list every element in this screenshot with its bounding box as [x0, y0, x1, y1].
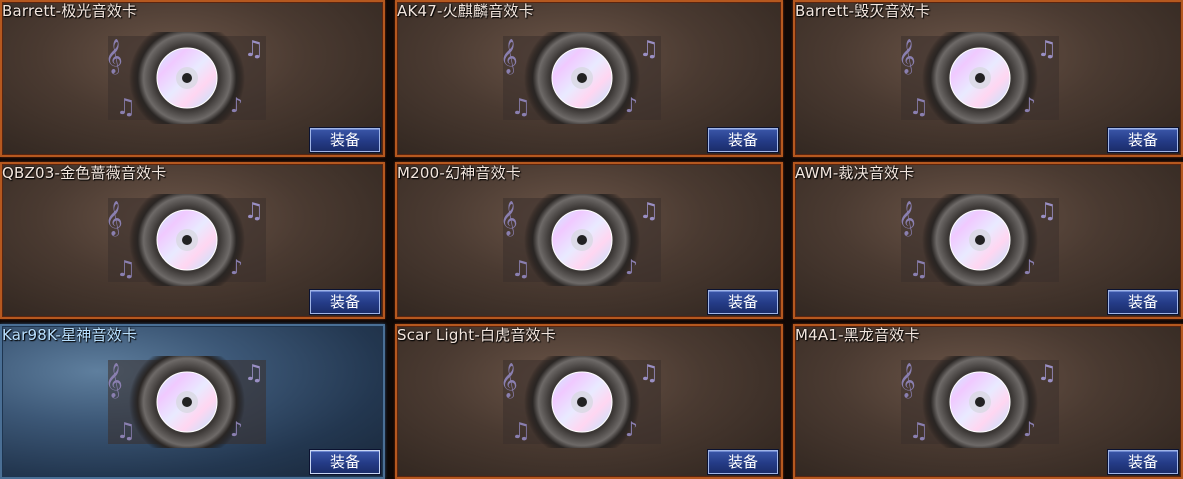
equip-button[interactable]: 装备	[708, 450, 778, 474]
music-disc-icon	[104, 356, 267, 448]
card-title: M200-幻神音效卡	[397, 164, 521, 182]
music-disc-icon	[897, 356, 1060, 448]
sound-card-ak47-qilin[interactable]: AK47-火麒麟音效卡 装备	[395, 0, 783, 157]
equip-button[interactable]: 装备	[1108, 128, 1178, 152]
music-disc-icon	[897, 194, 1060, 286]
music-disc-icon	[104, 194, 267, 286]
music-disc-icon	[104, 32, 267, 124]
equip-button[interactable]: 装备	[708, 128, 778, 152]
sound-card-scarlight-tiger[interactable]: Scar Light-白虎音效卡 装备	[395, 324, 783, 479]
sound-card-kar98k-star[interactable]: Kar98K-星神音效卡 装备	[0, 324, 385, 479]
card-title: AWM-裁决音效卡	[795, 164, 915, 182]
equip-button[interactable]: 装备	[310, 450, 380, 474]
card-title: Kar98K-星神音效卡	[2, 326, 138, 344]
sound-card-m200-illusion[interactable]: M200-幻神音效卡 装备	[395, 162, 783, 319]
music-disc-icon	[499, 194, 662, 286]
equip-button[interactable]: 装备	[708, 290, 778, 314]
card-title: Barrett-毁灭音效卡	[795, 2, 931, 20]
equip-button[interactable]: 装备	[1108, 290, 1178, 314]
sound-card-barrett-destroy[interactable]: Barrett-毁灭音效卡 装备	[793, 0, 1183, 157]
sound-card-awm-judgment[interactable]: AWM-裁决音效卡 装备	[793, 162, 1183, 319]
sound-card-qbz03-rose[interactable]: QBZ03-金色蔷薇音效卡 装备	[0, 162, 385, 319]
card-title: AK47-火麒麟音效卡	[397, 2, 534, 20]
equip-button[interactable]: 装备	[1108, 450, 1178, 474]
card-title: Scar Light-白虎音效卡	[397, 326, 556, 344]
music-disc-icon	[499, 356, 662, 448]
card-title: Barrett-极光音效卡	[2, 2, 138, 20]
music-disc-icon	[499, 32, 662, 124]
equip-button[interactable]: 装备	[310, 290, 380, 314]
equip-button[interactable]: 装备	[310, 128, 380, 152]
sound-card-barrett-aurora[interactable]: Barrett-极光音效卡 装备	[0, 0, 385, 157]
sound-card-m4a1-dragon[interactable]: M4A1-黑龙音效卡 装备	[793, 324, 1183, 479]
card-title: M4A1-黑龙音效卡	[795, 326, 920, 344]
music-disc-icon	[897, 32, 1060, 124]
card-title: QBZ03-金色蔷薇音效卡	[2, 164, 167, 182]
sound-card-grid: Barrett-极光音效卡 装备 AK47-火麒麟音效卡 装备 Barrett-…	[0, 0, 1183, 479]
